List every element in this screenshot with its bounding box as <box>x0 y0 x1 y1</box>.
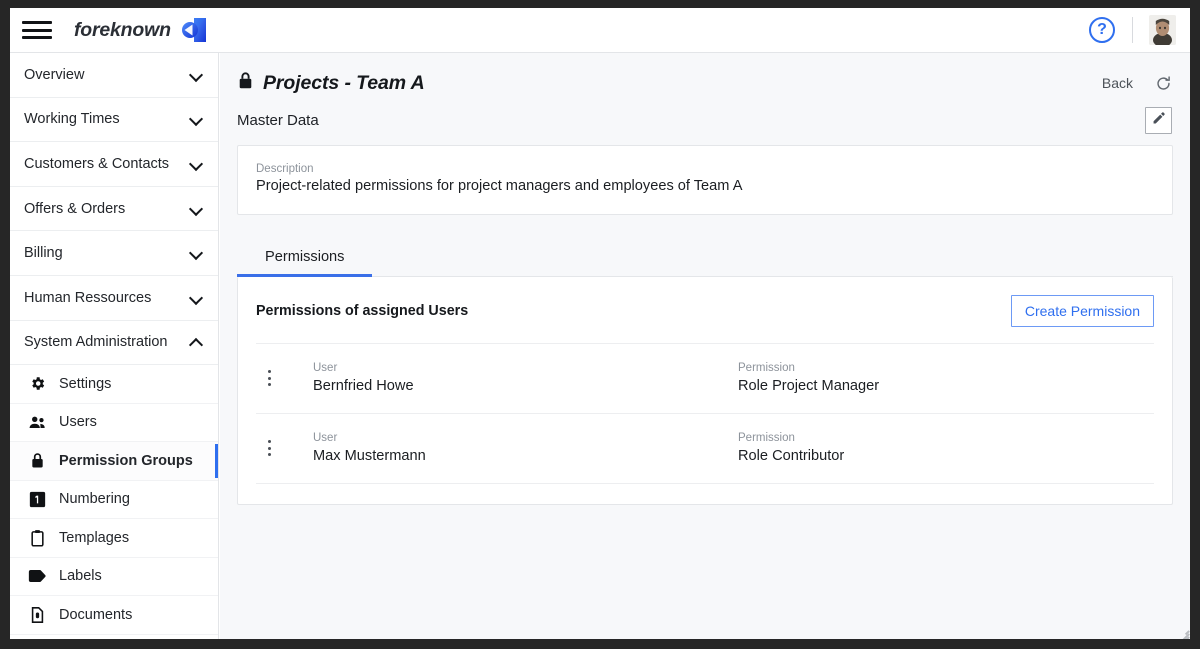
foreknown-logo-icon <box>178 17 208 43</box>
tag-icon <box>28 567 47 586</box>
permissions-heading: Permissions of assigned Users <box>256 303 469 319</box>
table-row[interactable]: User Max Mustermann Permission Role Cont… <box>256 413 1154 483</box>
sidebar-item-label: Permission Groups <box>59 452 193 469</box>
permissions-card: Permissions of assigned Users Create Per… <box>237 277 1173 505</box>
sidebar-group-offers-orders[interactable]: Offers & Orders <box>10 187 218 232</box>
lock-icon <box>237 71 254 96</box>
document-icon <box>28 605 47 624</box>
main-content: Projects - Team A Back Master Data Descr… <box>220 53 1190 639</box>
column-header-user: User <box>313 362 338 374</box>
sidebar-group-label: Billing <box>24 245 63 262</box>
kebab-menu-icon[interactable] <box>256 440 282 456</box>
sidebar-item-users[interactable]: Users <box>10 404 218 443</box>
sidebar-item-label: Documents <box>59 606 133 623</box>
sidebar-group-working-times[interactable]: Working Times <box>10 98 218 143</box>
sidebar-item-label: Users <box>59 414 97 431</box>
page-title: Projects - Team A <box>237 71 425 96</box>
sidebar-group-label: Overview <box>24 66 85 83</box>
chevron-down-icon <box>190 203 202 215</box>
chevron-down-icon <box>190 292 202 304</box>
sidebar-group-system-administration[interactable]: System Administration <box>10 321 218 366</box>
number-one-icon <box>28 490 47 509</box>
sidebar-group-human-ressources[interactable]: Human Ressources <box>10 276 218 321</box>
gear-icon <box>28 374 47 393</box>
description-label: Description <box>256 163 314 175</box>
sidebar-group-overview[interactable]: Overview <box>10 53 218 98</box>
sidebar-group-label: System Administration <box>24 334 168 351</box>
back-button[interactable]: Back <box>1102 75 1133 91</box>
sidebar-item-settings[interactable]: Settings <box>10 365 218 404</box>
sidebar-item-permission-groups[interactable]: Permission Groups <box>10 442 218 481</box>
sidebar-item-documents[interactable]: Documents <box>10 596 218 635</box>
sidebar-item-label: Numbering <box>59 491 130 508</box>
sidebar-group-billing[interactable]: Billing <box>10 231 218 276</box>
column-header-permission: Permission <box>738 362 795 374</box>
brand-name: foreknown <box>74 18 171 41</box>
brand[interactable]: foreknown <box>74 17 208 43</box>
row-permission-value: Role Contributor <box>738 448 845 464</box>
tab-bar: Permissions <box>237 236 1173 277</box>
chevron-up-icon <box>190 336 202 348</box>
permissions-header: Permissions of assigned Users Create Per… <box>256 277 1154 343</box>
topbar-divider <box>1132 17 1133 43</box>
row-user-value: Max Mustermann <box>313 448 426 464</box>
users-icon <box>28 413 47 432</box>
kebab-menu-icon[interactable] <box>256 370 282 386</box>
sidebar-item-label: Templages <box>59 529 130 546</box>
sidebar-item-labels[interactable]: Labels <box>10 558 218 597</box>
help-icon[interactable]: ? <box>1089 17 1115 43</box>
sidebar-group-label: Human Ressources <box>24 289 152 306</box>
chevron-down-icon <box>190 113 202 125</box>
row-user-value: Bernfried Howe <box>313 378 414 394</box>
row-user-cell: User Max Mustermann <box>313 432 738 464</box>
chevron-down-icon <box>190 158 202 170</box>
avatar[interactable] <box>1149 15 1176 45</box>
refresh-icon[interactable] <box>1155 75 1172 92</box>
row-permission-cell: Permission Role Project Manager <box>738 362 1154 394</box>
sidebar: Overview Working Times Customers & Conta… <box>10 53 219 639</box>
window-frame: foreknown ? Overview Working Times Custo… <box>0 0 1200 649</box>
help-icon-glyph: ? <box>1097 21 1107 38</box>
sidebar-item-templages[interactable]: Templages <box>10 519 218 558</box>
page-header: Projects - Team A Back <box>220 53 1190 97</box>
pencil-icon <box>1152 111 1166 130</box>
tab-label: Permissions <box>265 249 345 265</box>
sidebar-item-label: Settings <box>59 375 112 392</box>
create-permission-button[interactable]: Create Permission <box>1010 295 1154 327</box>
tab-permissions[interactable]: Permissions <box>237 236 373 277</box>
row-user-cell: User Bernfried Howe <box>313 362 738 394</box>
sidebar-group-label: Working Times <box>24 111 120 128</box>
sidebar-group-label: Customers & Contacts <box>24 155 170 172</box>
edit-button[interactable] <box>1145 106 1172 134</box>
table-row[interactable]: User Bernfried Howe Permission Role Proj… <box>256 343 1154 413</box>
topbar-actions: ? <box>1089 8 1190 52</box>
top-bar: foreknown ? <box>10 8 1190 53</box>
column-header-user: User <box>313 432 338 444</box>
sidebar-group-customers-contacts[interactable]: Customers & Contacts <box>10 142 218 187</box>
resize-grip[interactable] <box>1175 624 1190 639</box>
chevron-down-icon <box>190 247 202 259</box>
application-window: foreknown ? Overview Working Times Custo… <box>10 8 1190 639</box>
table-bottom-divider <box>256 483 1154 484</box>
page-header-actions: Back <box>1102 75 1172 92</box>
sidebar-group-label: Offers & Orders <box>24 200 126 217</box>
row-permission-value: Role Project Manager <box>738 378 880 394</box>
sidebar-item-numbering[interactable]: Numbering <box>10 481 218 520</box>
clipboard-icon <box>28 528 47 547</box>
description-value: Project-related permissions for project … <box>256 178 743 194</box>
description-card: Description Project-related permissions … <box>237 145 1173 215</box>
chevron-down-icon <box>190 69 202 81</box>
column-header-permission: Permission <box>738 432 795 444</box>
master-data-subheader: Master Data <box>220 97 1190 137</box>
lock-icon <box>28 451 47 470</box>
page-title-text: Projects - Team A <box>263 71 425 94</box>
row-permission-cell: Permission Role Contributor <box>738 432 1154 464</box>
section-label: Master Data <box>237 111 319 129</box>
hamburger-icon[interactable] <box>22 19 52 41</box>
sidebar-item-label: Labels <box>59 568 102 585</box>
